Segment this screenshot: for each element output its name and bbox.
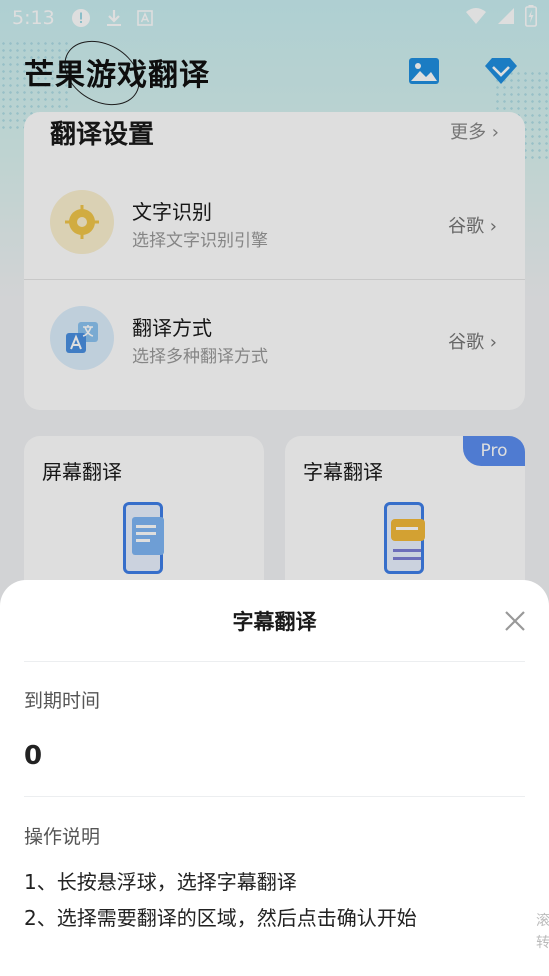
sheet-divider [24,796,525,797]
expire-value: 0 [24,741,43,771]
close-button[interactable] [500,606,530,636]
floating-hint-peek: 滚 转 [536,913,549,951]
instruction-step: 2、选择需要翻译的区域，然后点击确认开始 [24,906,417,930]
sheet-title: 字幕翻译 [232,610,317,634]
close-icon [505,611,525,631]
subtitle-translate-sheet: 字幕翻译 到期时间 0 操作说明 1、长按悬浮球，选择字幕翻译 2、选择需要翻译… [0,580,549,976]
sheet-divider [24,661,525,662]
instructions-label: 操作说明 [24,826,101,848]
instruction-step: 1、长按悬浮球，选择字幕翻译 [24,870,297,894]
expire-label: 到期时间 [24,690,101,712]
